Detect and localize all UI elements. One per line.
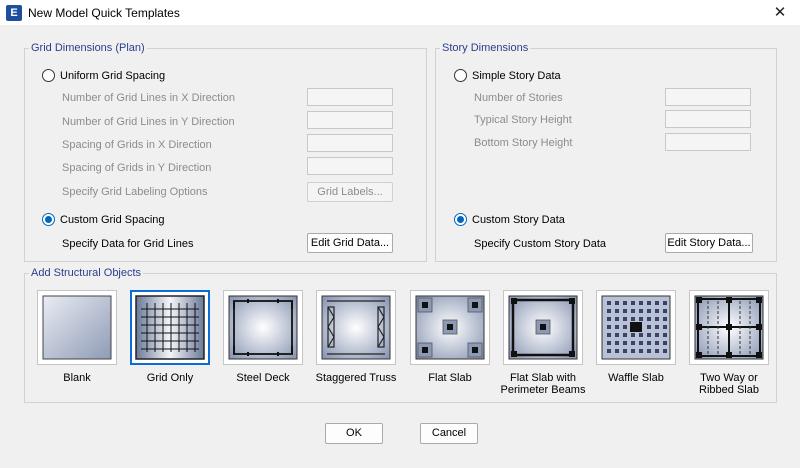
- simple-story-radio[interactable]: [454, 69, 467, 82]
- ok-button[interactable]: OK: [325, 423, 383, 444]
- staggered-truss-icon: [321, 295, 391, 360]
- flat-slab-perimeter-template-tile[interactable]: [503, 290, 583, 365]
- edit-grid-data-button[interactable]: Edit Grid Data...: [307, 233, 393, 253]
- custom-story-radio[interactable]: [454, 213, 467, 226]
- uniform-grid-radio-row[interactable]: Uniform Grid Spacing: [42, 69, 165, 82]
- uniform-grid-radio[interactable]: [42, 69, 55, 82]
- story-dimensions-title: Story Dimensions: [440, 42, 531, 54]
- window-title: New Model Quick Templates: [28, 6, 180, 20]
- close-icon[interactable]: ✕: [760, 0, 800, 26]
- bottom-story-height-field[interactable]: [665, 133, 751, 151]
- steel-deck-template-tile[interactable]: [223, 290, 303, 365]
- steel-deck-icon: [228, 295, 298, 360]
- custom-story-radio-row[interactable]: Custom Story Data: [454, 213, 565, 226]
- grid-only-template-tile[interactable]: [130, 290, 210, 365]
- blank-label: Blank: [63, 372, 91, 384]
- custom-story-label: Custom Story Data: [472, 213, 565, 226]
- flat-slab-template-tile[interactable]: [410, 290, 490, 365]
- grid-spacing-x-label: Spacing of Grids in X Direction: [62, 139, 212, 151]
- grid-spacing-y-label: Spacing of Grids in Y Direction: [62, 162, 212, 174]
- edit-story-data-button[interactable]: Edit Story Data...: [665, 233, 753, 253]
- number-of-stories-field[interactable]: [665, 88, 751, 106]
- structural-objects-title: Add Structural Objects: [29, 267, 144, 279]
- custom-grid-label: Custom Grid Spacing: [60, 213, 165, 226]
- grid-only-label: Grid Only: [146, 372, 194, 384]
- flat-slab-perimeter-icon: [508, 295, 578, 360]
- grid-labels-button[interactable]: Grid Labels...: [307, 182, 393, 202]
- grid-lines-y-label: Number of Grid Lines in Y Direction: [62, 116, 235, 128]
- number-of-stories-label: Number of Stories: [474, 92, 563, 104]
- two-way-ribbed-label-1: Two Way or: [700, 372, 758, 384]
- two-way-ribbed-icon: [694, 295, 764, 360]
- staggered-truss-template-tile[interactable]: [316, 290, 396, 365]
- cancel-button[interactable]: Cancel: [420, 423, 478, 444]
- story-specify-label: Specify Custom Story Data: [474, 238, 607, 250]
- simple-story-label: Simple Story Data: [472, 69, 561, 82]
- uniform-grid-label: Uniform Grid Spacing: [60, 69, 166, 82]
- grid-lines-x-label: Number of Grid Lines in X Direction: [62, 92, 236, 104]
- grid-spacing-y-field[interactable]: [307, 157, 393, 175]
- grid-labeling-label: Specify Grid Labeling Options: [62, 186, 208, 198]
- grid-spacing-x-field[interactable]: [307, 134, 393, 152]
- blank-icon: [42, 295, 112, 360]
- flat-slab-label: Flat Slab: [428, 372, 472, 384]
- flat-slab-icon: [415, 295, 485, 360]
- custom-grid-radio[interactable]: [42, 213, 55, 226]
- waffle-slab-label: Waffle Slab: [608, 372, 664, 384]
- typical-story-height-label: Typical Story Height: [474, 114, 572, 126]
- grid-dimensions-title: Grid Dimensions (Plan): [29, 42, 147, 54]
- blank-template-tile[interactable]: [37, 290, 117, 365]
- staggered-truss-label: Staggered Truss: [315, 372, 397, 384]
- waffle-slab-icon: [601, 295, 671, 360]
- title-bar: E New Model Quick Templates ✕: [0, 0, 800, 26]
- bottom-story-height-label: Bottom Story Height: [474, 137, 573, 149]
- grid-only-icon: [135, 295, 205, 360]
- grid-specify-label: Specify Data for Grid Lines: [62, 238, 194, 250]
- app-icon: E: [6, 5, 22, 21]
- two-way-ribbed-label-2: Ribbed Slab: [699, 384, 759, 396]
- steel-deck-label: Steel Deck: [236, 372, 290, 384]
- flat-slab-perimeter-label-2: Perimeter Beams: [500, 384, 586, 396]
- grid-lines-x-field[interactable]: [307, 88, 393, 106]
- simple-story-radio-row[interactable]: Simple Story Data: [454, 69, 561, 82]
- custom-grid-radio-row[interactable]: Custom Grid Spacing: [42, 213, 165, 226]
- typical-story-height-field[interactable]: [665, 110, 751, 128]
- grid-lines-y-field[interactable]: [307, 111, 393, 129]
- two-way-ribbed-template-tile[interactable]: [689, 290, 769, 365]
- flat-slab-perimeter-label-1: Flat Slab with: [509, 372, 577, 384]
- waffle-slab-template-tile[interactable]: [596, 290, 676, 365]
